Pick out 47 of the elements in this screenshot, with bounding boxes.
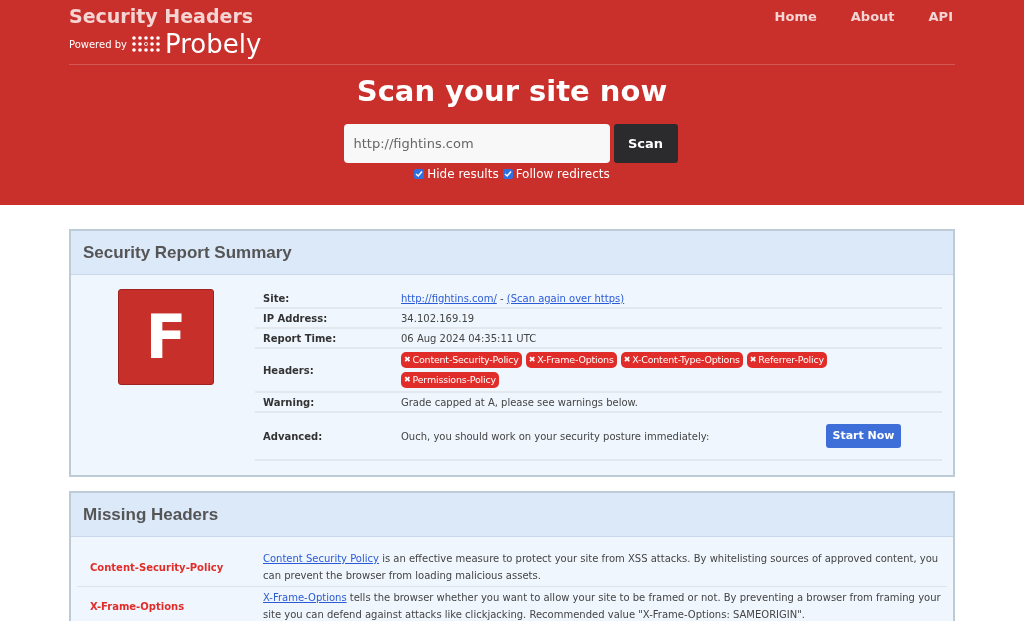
- row-label: Site:: [263, 291, 291, 306]
- cross-icon: ✖: [749, 354, 757, 366]
- checkbox[interactable]: [414, 169, 425, 179]
- partner-name: Probely: [164, 30, 262, 58]
- row-value: 34.102.169.19: [401, 311, 475, 326]
- nav-link[interactable]: Home: [774, 7, 817, 64]
- nav-link[interactable]: API: [928, 7, 953, 64]
- row-label: Headers:: [263, 363, 315, 378]
- doc-link[interactable]: X-Frame-Options: [263, 592, 347, 603]
- site-link[interactable]: http://fightins.com/: [401, 290, 497, 306]
- badge-text: X-Frame-Options: [537, 352, 614, 367]
- start-now-button[interactable]: Start Now: [826, 424, 901, 448]
- row-label: Advanced:: [263, 429, 324, 444]
- cross-icon: ✖: [404, 374, 411, 386]
- hero-title: Scan your site now: [355, 73, 669, 109]
- badge-text: Content-Security-Policy: [412, 352, 519, 367]
- panel-title: Security Report Summary: [83, 241, 292, 264]
- dots-logo-icon: [130, 35, 161, 53]
- row-label: Report Time:: [263, 331, 338, 346]
- row-value: Grade capped at A, please see warnings below.: [401, 395, 638, 410]
- cross-icon: ✖: [404, 354, 411, 366]
- row-label: Warning:: [263, 395, 316, 410]
- header-description: Content Security Policy is an effective measure to protect your site from XSS attacks. By whitelisting sources of approved content, you can prevent the browser from loading malicious assets.: [263, 552, 940, 583]
- grade-badge: F: [118, 289, 214, 385]
- badge-text: X-Content-Type-Options: [632, 352, 740, 367]
- cross-icon: ✖: [623, 354, 631, 366]
- header-name: X-Frame-Options: [89, 599, 186, 614]
- header-description: X-Frame-Options tells the browser whether you want to allow your site to be framed or not. By preventing a browser from framing your site you can defend against attacks like clickjacking. Recommended value "X-Frame-Options: SAMEORIGIN".: [263, 591, 942, 621]
- checkbox-label: Hide results: [427, 166, 499, 183]
- panel-title: Missing Headers: [83, 503, 219, 526]
- checkbox-label: Follow redirects: [515, 166, 610, 183]
- rescan-link[interactable]: (Scan again over https): [506, 290, 625, 306]
- row-value: 06 Aug 2024 04:35:11 UTC: [401, 331, 537, 346]
- url-input[interactable]: http://fightins.com: [343, 124, 610, 163]
- separator-text: -: [498, 291, 505, 306]
- cross-icon: ✖: [528, 354, 536, 366]
- row-label: IP Address:: [263, 311, 329, 326]
- badge-text: Permissions-Policy: [412, 372, 496, 387]
- row-value: Ouch, you should work on your security posture immediately:: [401, 429, 710, 444]
- doc-link[interactable]: Content Security Policy: [263, 553, 379, 564]
- checkbox[interactable]: [502, 169, 513, 179]
- scan-button[interactable]: Scan: [613, 124, 678, 163]
- badge-text: Referrer-Policy: [758, 352, 824, 367]
- site-title[interactable]: Security Headers: [69, 4, 262, 28]
- powered-by-text: Powered by: [69, 37, 127, 52]
- header-name: Content-Security-Policy: [89, 560, 225, 575]
- nav-link[interactable]: About: [850, 7, 895, 64]
